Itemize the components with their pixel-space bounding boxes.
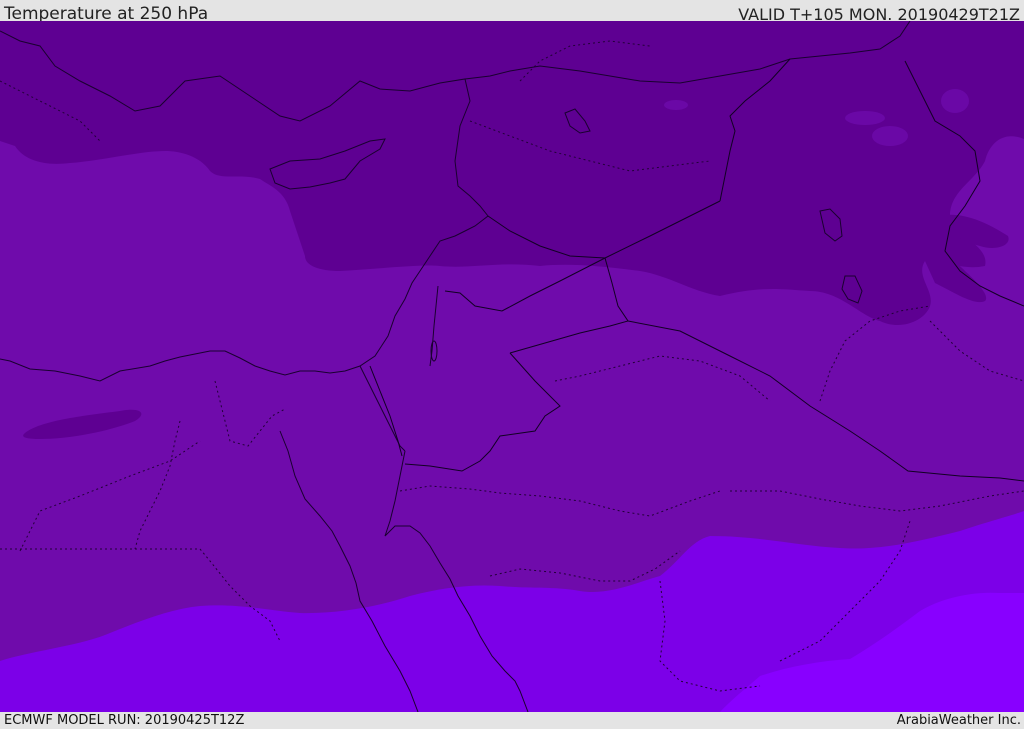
- header-bar: Temperature at 250 hPa VALID T+105 MON. …: [0, 0, 1024, 24]
- weather-map[interactable]: [0, 21, 1024, 712]
- map-canvas: [0, 21, 1024, 712]
- model-run-label: ECMWF MODEL RUN: 20190425T12Z: [4, 713, 245, 728]
- cold-patch-3: [845, 111, 885, 125]
- cold-patch-1: [941, 89, 969, 113]
- footer-bar: ECMWF MODEL RUN: 20190425T12Z ArabiaWeat…: [0, 712, 1024, 729]
- cold-patch-4: [664, 100, 688, 110]
- credit-label: ArabiaWeather Inc.: [896, 713, 1021, 728]
- cold-patch-2: [872, 126, 908, 146]
